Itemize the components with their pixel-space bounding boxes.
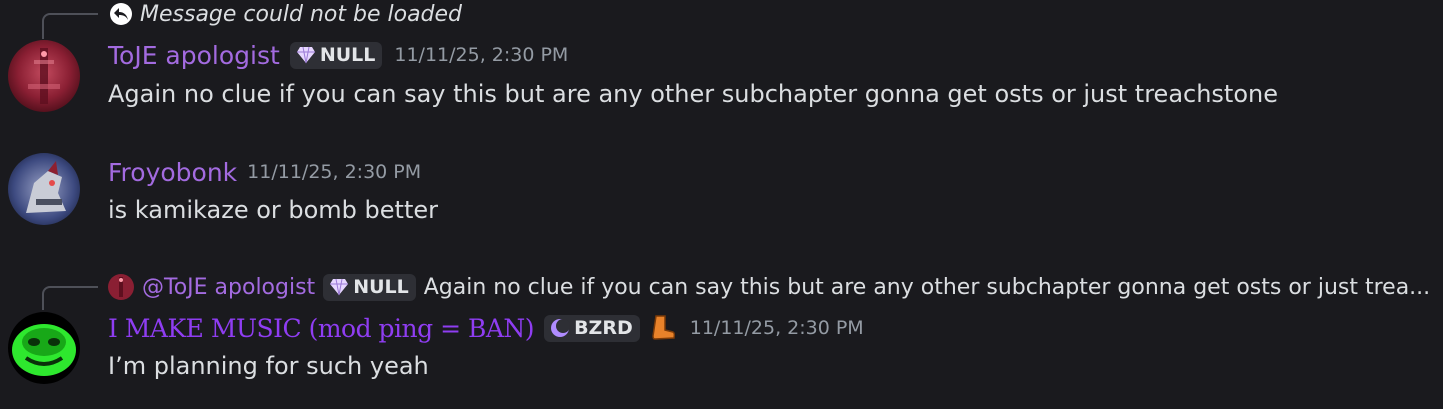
reply-spine [42, 286, 98, 310]
reply-spine [42, 13, 98, 39]
message-content: Again no clue if you can say this but ar… [108, 80, 1278, 108]
message-1[interactable]: Message could not be loaded ToJE apologi… [0, 0, 1443, 130]
gem-icon [329, 278, 349, 296]
reply-text[interactable]: Again no clue if you can say this but ar… [424, 275, 1430, 300]
avatar[interactable] [8, 40, 80, 112]
timestamp[interactable]: 11/11/25, 2:30 PM [247, 161, 421, 183]
username[interactable]: Froyobonk [108, 158, 237, 187]
reply-preview[interactable]: @ToJE apologist NULL Again no clue if yo… [108, 273, 1430, 301]
moon-icon [550, 318, 571, 338]
guild-tag[interactable]: NULL [289, 41, 383, 69]
message-content: I’m planning for such yeah [108, 352, 429, 380]
message-2[interactable]: Froyobonk 11/11/25, 2:30 PM is kamikaze … [0, 140, 1443, 240]
guild-tag-label: NULL [319, 43, 376, 66]
message-header: ToJE apologist NULL 11/11/25, 2:30 PM [108, 39, 568, 71]
guild-tag-label: BZRD [574, 316, 633, 339]
message-content: is kamikaze or bomb better [108, 196, 438, 224]
reply-username[interactable]: @ToJE apologist [142, 275, 315, 300]
avatar[interactable] [8, 312, 80, 384]
boot-icon[interactable] [650, 314, 676, 342]
reply-guild-tag-label: NULL [353, 275, 409, 298]
reply-guild-tag[interactable]: NULL [323, 273, 416, 301]
message-3[interactable]: @ToJE apologist NULL Again no clue if yo… [0, 266, 1443, 406]
avatar[interactable] [8, 153, 80, 225]
chat-log: Message could not be loaded ToJE apologi… [0, 0, 1443, 409]
message-header: Froyobonk 11/11/25, 2:30 PM [108, 156, 421, 188]
reply-avatar[interactable] [108, 274, 134, 300]
reply-preview[interactable]: Message could not be loaded [110, 1, 462, 27]
guild-tag[interactable]: BZRD [544, 314, 640, 342]
timestamp[interactable]: 11/11/25, 2:30 PM [690, 317, 864, 339]
timestamp[interactable]: 11/11/25, 2:30 PM [394, 44, 568, 66]
reply-arrow-icon [110, 3, 132, 25]
username[interactable]: ToJE apologist [108, 41, 280, 70]
message-header: I MAKE MUSIC (mod ping = BAN) BZRD 11/11… [108, 312, 864, 344]
gem-icon [296, 46, 316, 64]
username[interactable]: I MAKE MUSIC (mod ping = BAN) [108, 314, 535, 343]
reply-missing-text: Message could not be loaded [140, 1, 463, 27]
